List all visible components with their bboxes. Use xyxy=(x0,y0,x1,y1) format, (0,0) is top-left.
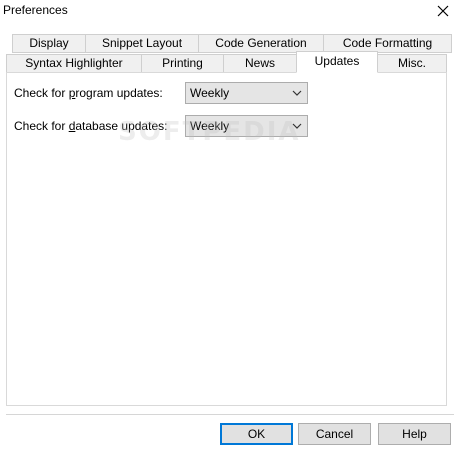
updates-panel: Check for program updates: Weekly Check … xyxy=(6,72,447,406)
close-button[interactable] xyxy=(426,0,460,22)
window-title: Preferences xyxy=(3,3,68,17)
title-bar: Preferences xyxy=(0,0,460,22)
program-updates-label: Check for program updates: xyxy=(14,86,163,100)
chevron-down-icon xyxy=(292,90,302,96)
tab-printing[interactable]: Printing xyxy=(141,54,224,73)
chevron-down-icon xyxy=(292,123,302,129)
footer-divider xyxy=(6,414,454,415)
tab-updates[interactable]: Updates xyxy=(296,51,378,73)
tab-display[interactable]: Display xyxy=(12,34,86,53)
help-button[interactable]: Help xyxy=(378,423,451,445)
cancel-button[interactable]: Cancel xyxy=(298,423,371,445)
database-updates-value: Weekly xyxy=(190,119,230,133)
tab-misc[interactable]: Misc. xyxy=(377,54,447,73)
database-updates-label: Check for database updates: xyxy=(14,119,168,133)
program-updates-select[interactable]: Weekly xyxy=(185,82,308,104)
program-updates-value: Weekly xyxy=(190,86,230,100)
ok-button[interactable]: OK xyxy=(220,423,293,445)
database-updates-select[interactable]: Weekly xyxy=(185,115,308,137)
tab-snippet-layout[interactable]: Snippet Layout xyxy=(85,34,199,53)
tab-news[interactable]: News xyxy=(223,54,297,73)
tab-syntax-highlighter[interactable]: Syntax Highlighter xyxy=(6,54,142,73)
close-icon xyxy=(437,5,449,17)
